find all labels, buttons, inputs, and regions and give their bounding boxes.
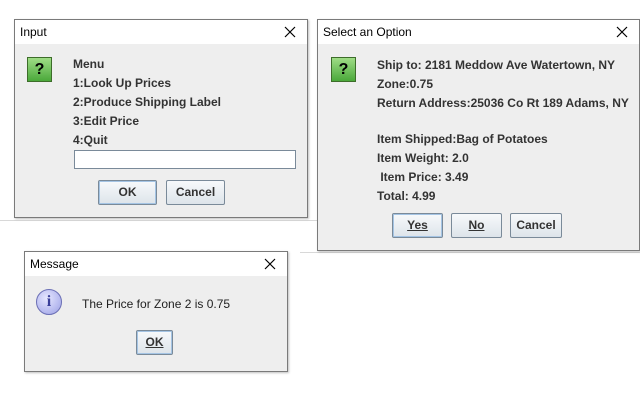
select-option-dialog: Select an Option ? Ship to: 2181 Meddow … — [317, 19, 640, 251]
close-icon — [284, 26, 296, 38]
background-line — [0, 220, 320, 221]
menu-line: 2:Produce Shipping Label — [73, 95, 222, 109]
dialog-titlebar: Message — [25, 252, 287, 276]
dialog-title: Select an Option — [323, 25, 412, 39]
background-line — [300, 252, 640, 253]
message-dialog: Message i The Price for Zone 2 is 0.75 O… — [24, 251, 288, 372]
dialog-title: Input — [20, 25, 47, 39]
close-icon — [264, 258, 276, 270]
shipping-line: Return Address:25036 Co Rt 189 Adams, NY — [377, 96, 629, 110]
question-icon: ? — [331, 57, 356, 82]
menu-line: Menu — [73, 57, 105, 71]
input-dialog: Input ? Menu 1:Look Up Prices 2:Produce … — [14, 19, 308, 218]
ok-button[interactable]: OK — [98, 180, 157, 205]
message-text: The Price for Zone 2 is 0.75 — [82, 297, 231, 311]
question-icon: ? — [27, 57, 52, 82]
dialog-titlebar: Input — [15, 20, 307, 44]
ok-button[interactable]: OK — [136, 330, 173, 355]
no-button[interactable]: No — [451, 213, 502, 238]
cancel-button[interactable]: Cancel — [166, 180, 225, 205]
dialog-titlebar: Select an Option — [318, 20, 639, 44]
shipping-line: Zone:0.75 — [377, 77, 434, 91]
cancel-button[interactable]: Cancel — [510, 213, 562, 238]
shipping-line: Total: 4.99 — [377, 189, 436, 203]
ok-button-label: OK — [145, 335, 164, 349]
shipping-line: Ship to: 2181 Meddow Ave Watertown, NY — [377, 58, 616, 72]
shipping-line: Item Weight: 2.0 — [377, 151, 469, 165]
yes-button-label: Yes — [407, 218, 428, 232]
close-icon — [616, 26, 628, 38]
menu-line: 4:Quit — [73, 133, 108, 147]
close-button[interactable] — [273, 20, 307, 44]
menu-input-field[interactable] — [74, 150, 296, 169]
close-button[interactable] — [605, 20, 639, 44]
dialog-title: Message — [30, 257, 79, 271]
close-button[interactable] — [253, 252, 287, 276]
shipping-line: Item Price: 3.49 — [377, 170, 469, 184]
yes-button[interactable]: Yes — [392, 213, 443, 238]
info-icon: i — [36, 289, 62, 315]
shipping-line: Item Shipped:Bag of Potatoes — [377, 132, 548, 146]
menu-line: 1:Look Up Prices — [73, 76, 172, 90]
menu-line: 3:Edit Price — [73, 114, 140, 128]
no-button-label: No — [468, 218, 485, 232]
